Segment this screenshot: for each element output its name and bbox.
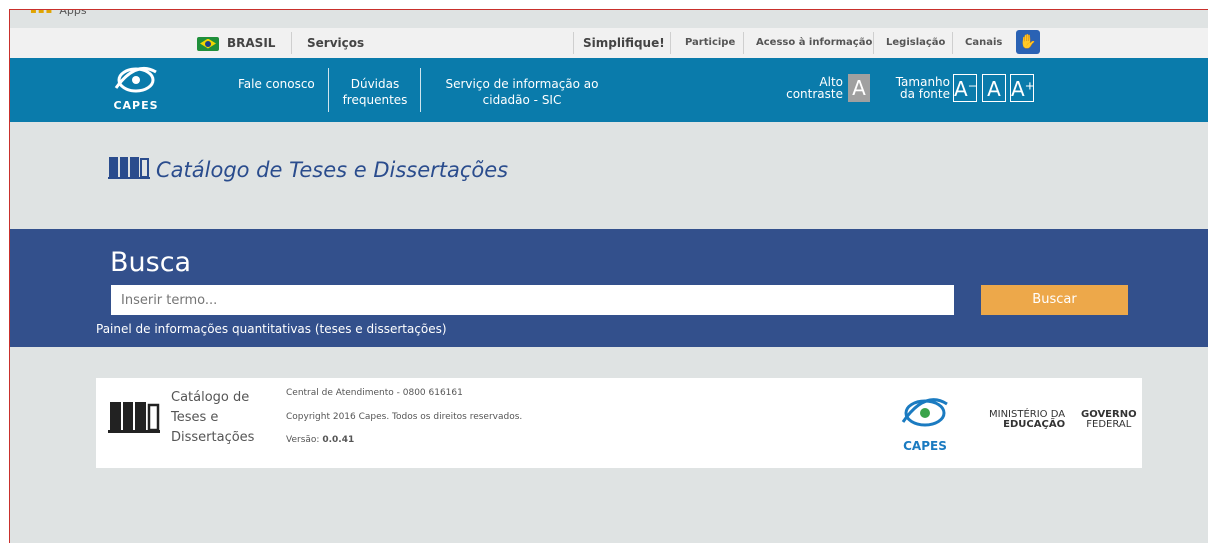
painel-link[interactable]: Painel de informações quantitativas (tes… — [96, 322, 447, 336]
brazil-flag-icon — [197, 36, 219, 51]
central-atendimento: Central de Atendimento - 0800 616161 — [286, 388, 463, 398]
sic-link[interactable]: Serviço de informação ao cidadão - SIC — [432, 76, 612, 108]
font-normal-button[interactable]: A — [982, 74, 1006, 102]
bookmarks-apps[interactable]: ▪▪▪ Apps — [30, 9, 87, 17]
alto-contraste-button[interactable]: A — [848, 74, 870, 102]
participe-link[interactable]: Participe — [685, 28, 735, 58]
copyright: Copyright 2016 Capes. Todos os direitos … — [286, 412, 523, 422]
sic-label-2: cidadão - SIC — [482, 93, 562, 107]
mec-label-2: EDUCAÇÃO — [1003, 419, 1066, 430]
site-header: CAPES Fale conosco Dúvidas frequentes Se… — [10, 58, 1208, 122]
search-button[interactable]: Buscar — [981, 285, 1128, 315]
footer-name-2: Teses e — [171, 410, 219, 425]
version-label: Versão: — [286, 435, 320, 445]
divider — [952, 32, 953, 54]
search-input[interactable] — [111, 285, 954, 315]
font-increase-button[interactable]: A⁺ — [1010, 74, 1035, 102]
gov-bar: BRASIL Serviços Simplifique! Participe A… — [10, 28, 1208, 59]
fale-conosco-link[interactable]: Fale conosco — [238, 76, 315, 92]
capes-eye-icon — [901, 398, 948, 427]
footer-capes-text: CAPES — [903, 439, 947, 453]
duvidas-frequentes-link[interactable]: Dúvidas frequentes — [340, 76, 410, 108]
duvidas-label-2: frequentes — [342, 93, 408, 107]
capes-logo-text: CAPES — [113, 99, 159, 112]
apps-label: Apps — [59, 9, 87, 17]
gov-label-2: FEDERAL — [1086, 419, 1132, 430]
divider — [328, 68, 329, 112]
vlibras-hand-icon[interactable]: ✋ — [1016, 30, 1040, 54]
apps-grid-icon: ▪▪▪ — [30, 9, 54, 16]
search-heading: Busca — [110, 247, 192, 278]
simplifique-link[interactable]: Simplifique! — [583, 28, 665, 58]
duvidas-label-1: Dúvidas — [350, 77, 400, 91]
page-title: Catálogo de Teses e Dissertações — [156, 158, 509, 182]
legislacao-link[interactable]: Legislação — [886, 28, 945, 58]
brasil-link[interactable]: BRASIL — [197, 28, 275, 58]
servicos-link[interactable]: Serviços — [307, 28, 364, 58]
sic-label-1: Serviço de informação ao — [445, 77, 599, 91]
version: Versão: 0.0.41 — [286, 435, 354, 445]
canais-link[interactable]: Canais — [965, 28, 1002, 58]
divider — [873, 32, 874, 54]
catalog-book-icon — [108, 402, 160, 433]
tamanho-label-2: da fonte — [899, 87, 950, 101]
divider — [743, 32, 744, 54]
divider — [670, 32, 671, 54]
browser-viewport: ▪▪▪ Apps BRASIL Serviços Simplifique! Pa… — [9, 9, 1208, 543]
footer-catalog-name: Catálogo de Teses e Dissertações — [171, 388, 271, 448]
divider — [573, 32, 574, 54]
fale-conosco-label: Fale conosco — [238, 77, 315, 91]
ministerio-educacao-logo[interactable]: MINISTÉRIO DA EDUCAÇÃO — [989, 410, 1065, 430]
tamanho-fonte-label: Tamanho da fonte — [884, 76, 950, 100]
acesso-informacao-link[interactable]: Acesso à informação — [756, 28, 872, 58]
version-number: 0.0.41 — [322, 435, 355, 445]
governo-federal-logo[interactable]: GOVERNO FEDERAL — [1081, 410, 1137, 430]
footer: Catálogo de Teses e Dissertações Central… — [96, 378, 1142, 468]
footer-name-3: Dissertações — [171, 430, 255, 445]
font-decrease-button[interactable]: A⁻ — [953, 74, 978, 102]
capes-eye-icon — [114, 67, 157, 93]
alto-contraste-label: Alto contraste — [783, 76, 843, 100]
book-icon — [108, 157, 150, 179]
brasil-label: BRASIL — [227, 36, 276, 50]
footer-capes-logo[interactable]: CAPES — [896, 393, 954, 453]
search-section: Busca Buscar Painel de informações quant… — [10, 229, 1208, 347]
footer-name-1: Catálogo de — [171, 390, 250, 405]
capes-logo[interactable]: CAPES — [110, 64, 162, 112]
divider — [420, 68, 421, 112]
divider — [291, 32, 292, 54]
title-section: Catálogo de Teses e Dissertações — [10, 122, 1208, 229]
alto-label-2: contraste — [786, 87, 843, 101]
